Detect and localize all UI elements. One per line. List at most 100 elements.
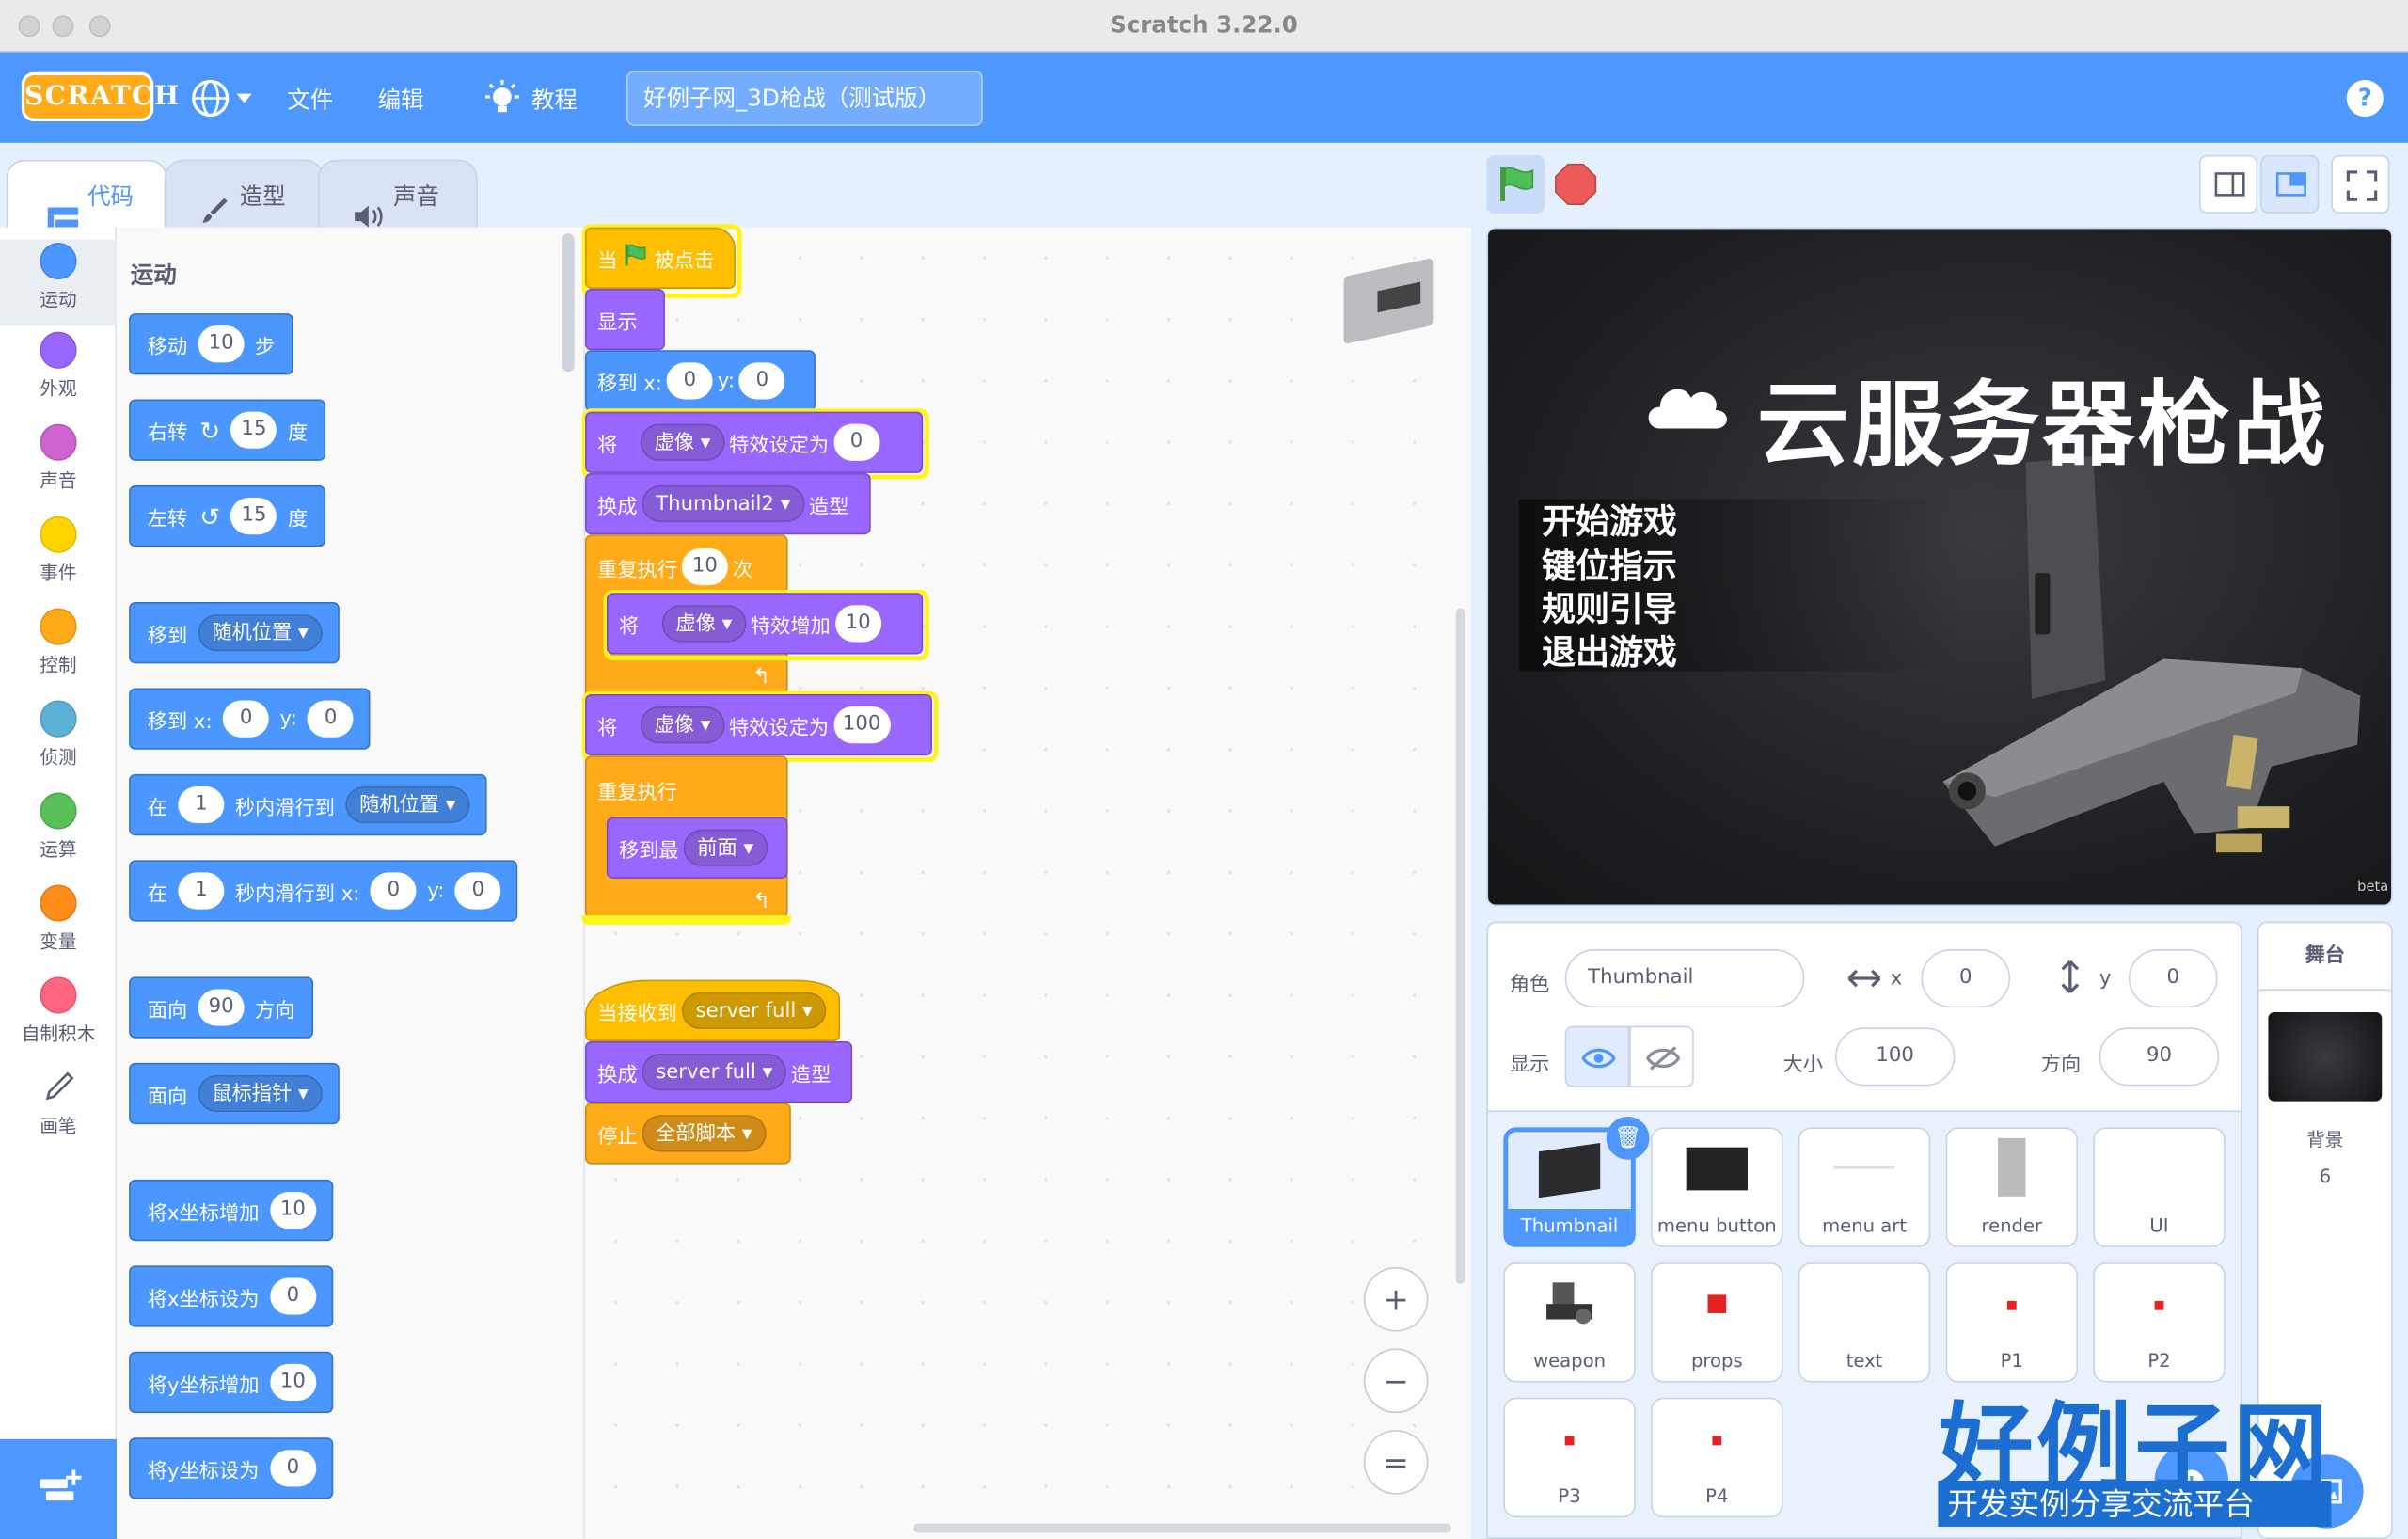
stop-button[interactable] [1554,163,1597,206]
edit-menu[interactable]: 编辑 [378,83,424,115]
sprite-render[interactable]: render [1945,1127,2078,1247]
stop-block[interactable]: 停止 全部脚本 ▾ [585,1103,791,1165]
sprite-menu-art[interactable]: menu art [1798,1127,1931,1247]
palette-glide-block[interactable]: 在 1 秒内滑行到 随机位置 ▾ [129,773,487,836]
size-input[interactable]: 100 [1835,1027,1956,1087]
value-input[interactable]: 0 [269,1450,316,1487]
switch-costume-block[interactable]: 换成 Thumbnail2 ▾ 造型 [585,472,871,535]
menu-exit-game[interactable]: 退出游戏 [1542,626,1677,674]
palette-change-y-block[interactable]: 将y坐标增加 10 [129,1351,333,1414]
fullscreen-button[interactable] [2331,154,2390,214]
palette-move-block[interactable]: 移动 10 步 [129,313,293,375]
sprite-p2[interactable]: P2 [2093,1262,2226,1383]
green-flag-button[interactable] [1486,154,1545,214]
palette-turn-right-block[interactable]: 右转 ↻ 15 度 [129,399,326,461]
sprite-weapon[interactable]: weapon [1503,1262,1636,1383]
menu-key-guide[interactable]: 键位指示 [1542,539,1677,588]
tutorials-bulb-icon[interactable] [483,79,522,126]
glide-target-dropdown[interactable]: 随机位置 ▾ [345,785,470,824]
scratch-logo[interactable]: SCRATCH [21,71,179,121]
category-looks[interactable]: 外观 [0,331,117,401]
sprite-p1[interactable]: P1 [1945,1262,2078,1383]
project-title-input[interactable]: 好例子网_3D枪战（测试版） [626,71,983,126]
category-sensing[interactable]: 侦测 [0,700,117,770]
when-receive-hat[interactable]: 当接收到 server full ▾ [585,979,841,1041]
tab-costumes[interactable]: 造型 [164,159,325,230]
help-icon[interactable]: ? [2346,79,2384,118]
language-globe-icon[interactable] [190,78,255,124]
y-input[interactable]: 0 [738,362,785,400]
file-menu[interactable]: 文件 [287,83,333,115]
effect-dropdown[interactable]: 虚像 ▾ [640,706,725,744]
zoom-out-button[interactable]: − [1363,1348,1429,1414]
palette-goto-xy-block[interactable]: 移到 x: 0 y: 0 [129,688,372,750]
seconds-input[interactable]: 1 [178,872,225,910]
category-sound[interactable]: 声音 [0,423,117,493]
direction-input[interactable]: 90 [2099,1027,2220,1087]
effect-dropdown[interactable]: 虚像 ▾ [661,605,746,643]
value-input[interactable]: 10 [269,1191,316,1230]
value-input[interactable]: 10 [834,605,881,643]
set-effect-block[interactable]: 将虚像 ▾ 特效设定为 0 [585,411,924,473]
category-my-blocks[interactable]: 自制积木 [0,976,117,1045]
goto-xy-block[interactable]: 移到 x: 0 y: 0 [585,350,816,412]
layer-dropdown[interactable]: 前面 ▾ [683,829,768,866]
costume-dropdown[interactable]: server full ▾ [642,1054,786,1091]
point-towards-dropdown[interactable]: 鼠标指针 ▾ [198,1074,323,1113]
when-flag-clicked-hat[interactable]: 当 被点击 [585,227,737,289]
large-stage-button[interactable] [2260,154,2320,214]
code-workspace[interactable]: 当 被点击 显示 移到 x: 0 y: 0 将虚像 ▾ 特效设定为 0 换成 Thumbna… [581,224,1472,1539]
workspace-vertical-scrollbar[interactable] [1455,608,1465,1284]
add-extension-button[interactable] [0,1438,118,1539]
tab-sounds[interactable]: 声音 [317,159,478,230]
workspace-horizontal-scrollbar[interactable] [913,1523,1451,1533]
palette-turn-left-block[interactable]: 左转 ↺ 15 度 [129,484,326,547]
value-input[interactable]: 10 [269,1363,316,1402]
category-operators[interactable]: 运算 [0,792,117,861]
seconds-input[interactable]: 1 [178,785,225,824]
message-dropdown[interactable]: server full ▾ [681,992,827,1029]
tab-code[interactable]: 代码 [6,159,167,234]
tutorials-menu[interactable]: 教程 [531,83,578,115]
category-variables[interactable]: 变量 [0,884,117,953]
category-control[interactable]: 控制 [0,608,117,677]
category-pen[interactable]: 画笔 [0,1069,117,1137]
x-input[interactable]: 0 [1921,949,2011,1008]
repeat-count-input[interactable]: 10 [681,547,728,586]
category-motion[interactable]: 运动 [0,239,118,326]
palette-change-x-block[interactable]: 将x坐标增加 10 [129,1179,333,1242]
sprite-p4[interactable]: P4 [1651,1397,1783,1518]
sprite-thumbnail[interactable]: Thumbnail 🗑 [1503,1116,1650,1247]
zoom-in-button[interactable]: + [1363,1267,1429,1332]
sprite-text[interactable]: text [1798,1262,1931,1383]
value-input[interactable]: 0 [269,1277,316,1315]
y-input[interactable]: 0 [2128,949,2218,1008]
y-input[interactable]: 0 [308,700,355,738]
show-hidden-button[interactable] [1629,1025,1694,1087]
show-block[interactable]: 显示 [585,288,665,351]
palette-goto-block[interactable]: 移到 随机位置 ▾ [129,602,340,664]
sprite-props[interactable]: props [1651,1262,1783,1383]
palette-scrollbar[interactable] [562,233,575,373]
palette-set-y-block[interactable]: 将y坐标设为 0 [129,1437,333,1499]
menu-start-game[interactable]: 开始游戏 [1542,495,1677,544]
category-events[interactable]: 事件 [0,516,117,585]
sprite-name-input[interactable]: Thumbnail [1564,949,1805,1008]
palette-glide-xy-block[interactable]: 在 1 秒内滑行到 x: 0 y: 0 [129,860,518,922]
sprite-menu-button[interactable]: menu button [1651,1127,1783,1247]
switch-costume-block-2[interactable]: 换成 server full ▾ 造型 [585,1040,853,1103]
steps-input[interactable]: 10 [198,325,245,363]
x-input[interactable]: 0 [370,872,417,910]
show-visible-button[interactable] [1564,1025,1630,1087]
zoom-reset-button[interactable]: = [1363,1430,1429,1495]
degrees-input[interactable]: 15 [230,498,277,535]
sprite-ui[interactable]: UI [2093,1127,2226,1247]
menu-rules-guide[interactable]: 规则引导 [1542,582,1677,631]
direction-input[interactable]: 90 [198,989,245,1026]
palette-point-towards-block[interactable]: 面向 鼠标指针 ▾ [129,1062,340,1125]
palette-set-x-block[interactable]: 将x坐标设为 0 [129,1265,333,1327]
x-input[interactable]: 0 [223,700,270,738]
goto-target-dropdown[interactable]: 随机位置 ▾ [198,614,323,652]
y-input[interactable]: 0 [454,872,501,910]
delete-sprite-trash-icon[interactable]: 🗑 [1606,1116,1650,1160]
